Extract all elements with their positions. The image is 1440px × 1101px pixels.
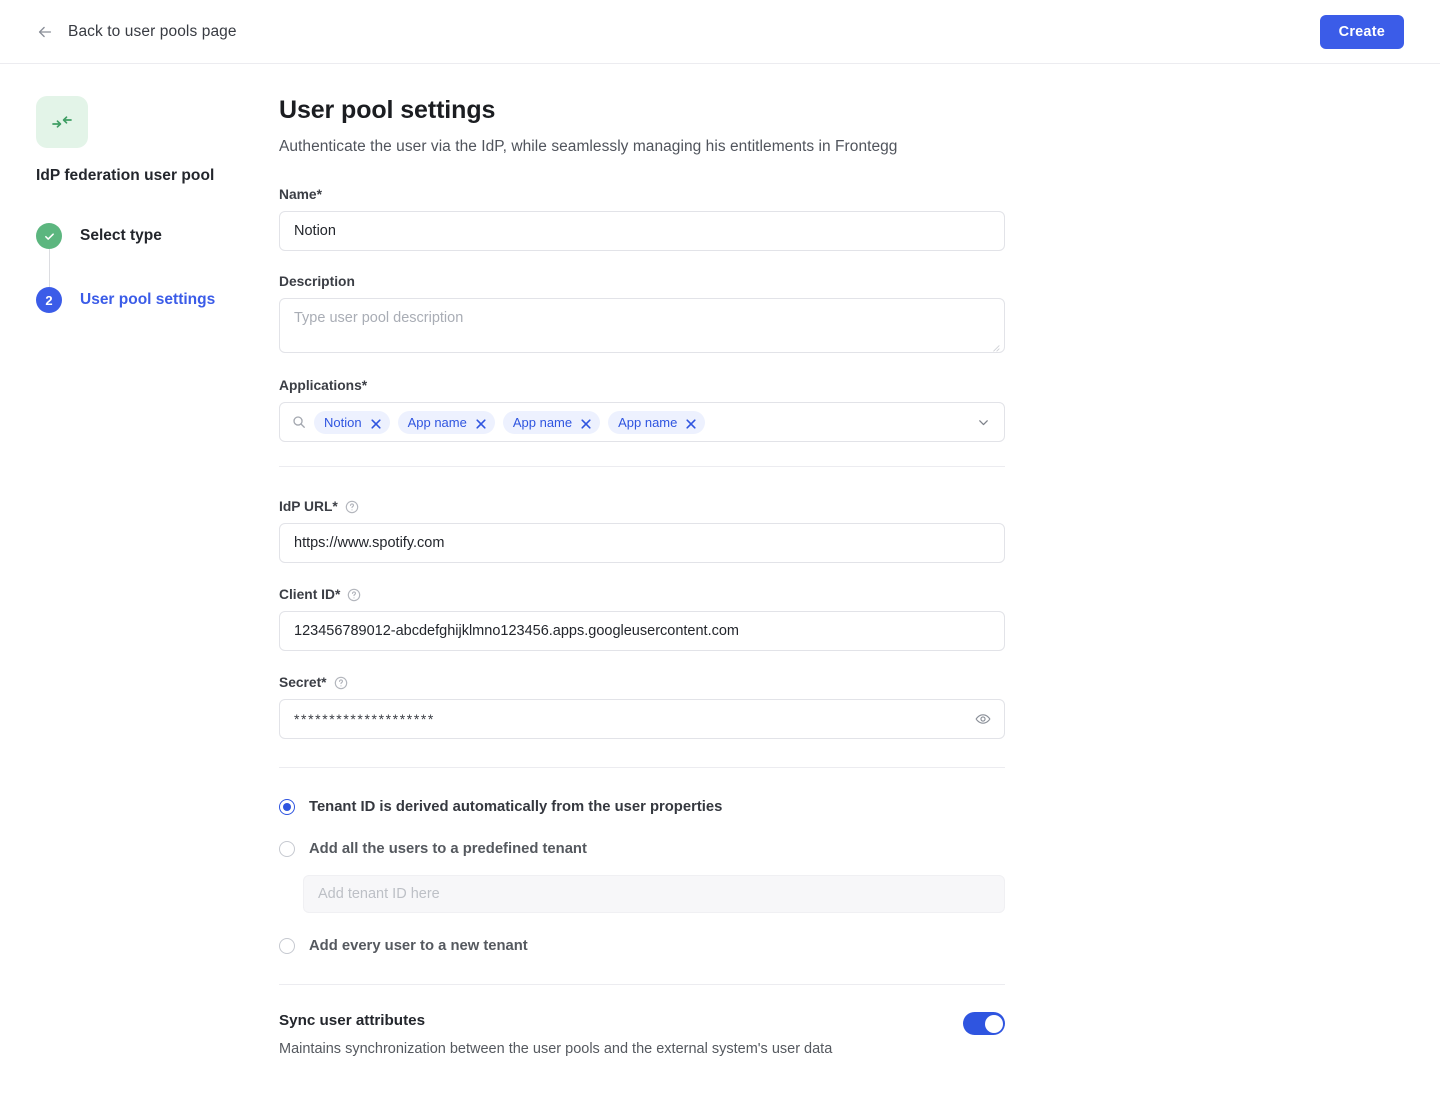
chip-remove-icon[interactable] (686, 417, 696, 429)
application-chip[interactable]: App name (608, 410, 706, 434)
application-chip[interactable]: Notion (314, 410, 390, 434)
app-header: Back to user pools page Create (0, 0, 1440, 64)
resize-grip-icon[interactable] (991, 340, 1000, 352)
secret-label-text: Secret* (279, 675, 327, 690)
eye-icon[interactable] (975, 711, 991, 727)
section-divider (279, 466, 1005, 467)
chip-label: Notion (324, 414, 362, 430)
secret-label: Secret* (279, 675, 1005, 690)
tenant-option-derived[interactable]: Tenant ID is derived automatically from … (279, 799, 1005, 815)
sync-text-block: Sync user attributes Maintains synchroni… (279, 1012, 832, 1057)
idp-federation-icon (36, 96, 88, 148)
help-icon[interactable] (347, 588, 361, 602)
help-icon[interactable] (334, 676, 348, 690)
chip-label: App name (618, 414, 678, 430)
search-icon (292, 415, 306, 429)
step-label-user-pool-settings: User pool settings (80, 291, 216, 308)
pool-type-title: IdP federation user pool (36, 167, 215, 184)
wizard-step-user-pool-settings[interactable]: 2 User pool settings (36, 287, 256, 313)
client-id-label: Client ID* (279, 587, 1005, 602)
description-field-group: Description Type user pool description (279, 274, 1005, 353)
applications-field-group: Applications* Notion App name App name A… (279, 378, 1005, 442)
page-subtitle: Authenticate the user via the IdP, while… (279, 138, 898, 155)
tenant-id-placeholder: Add tenant ID here (318, 886, 440, 902)
name-input[interactable]: Notion (279, 211, 1005, 251)
secret-input-wrapper: ******************** (279, 699, 1005, 739)
help-icon[interactable] (345, 500, 359, 514)
secret-input[interactable]: ******************** (279, 699, 1005, 739)
secret-field-group: Secret* ******************** (279, 675, 1005, 739)
client-id-field-group: Client ID* 123456789012-abcdefghijklmno1… (279, 587, 1005, 651)
description-label: Description (279, 274, 355, 289)
radio-new-tenant[interactable] (279, 938, 295, 954)
chip-remove-icon[interactable] (370, 417, 381, 429)
page-title: User pool settings (279, 96, 496, 124)
sync-toggle[interactable] (963, 1012, 1005, 1035)
sync-title: Sync user attributes (279, 1012, 426, 1029)
section-divider (279, 767, 1005, 768)
applications-label: Applications* (279, 378, 368, 393)
idp-url-field-group: IdP URL* https://www.spotify.com (279, 499, 1005, 563)
client-id-input[interactable]: 123456789012-abcdefghijklmno123456.apps.… (279, 611, 1005, 651)
radio-predefined[interactable] (279, 841, 295, 857)
sync-user-attributes-section: Sync user attributes Maintains synchroni… (279, 1012, 1005, 1057)
tenant-option-predefined[interactable]: Add all the users to a predefined tenant (279, 841, 1005, 857)
section-divider (279, 984, 1005, 985)
wizard-sidebar: IdP federation user pool Select type 2 U… (36, 96, 256, 313)
step-complete-check-icon (36, 223, 62, 249)
chevron-down-icon[interactable] (977, 416, 990, 429)
step-label-select-type: Select type (80, 227, 162, 244)
idp-url-label-text: IdP URL* (279, 499, 338, 514)
sync-description: Maintains synchronization between the us… (279, 1041, 833, 1057)
back-to-user-pools-link[interactable]: Back to user pools page (36, 0, 237, 64)
description-textarea[interactable]: Type user pool description (279, 298, 1005, 353)
application-chip[interactable]: App name (397, 410, 495, 434)
settings-form: User pool settings Authenticate the user… (279, 96, 1005, 1057)
tenant-option-label: Tenant ID is derived automatically from … (309, 799, 723, 815)
tenant-id-input: Add tenant ID here (303, 875, 1005, 913)
name-label: Name* (279, 187, 322, 202)
chip-label: App name (512, 414, 573, 430)
back-link-label: Back to user pools page (68, 23, 237, 40)
step-number-badge: 2 (36, 287, 62, 313)
chip-remove-icon[interactable] (476, 417, 486, 429)
tenant-option-label: Add all the users to a predefined tenant (309, 841, 587, 857)
chip-label: App name (407, 414, 467, 430)
tenant-option-label: Add every user to a new tenant (309, 938, 528, 954)
step-connector-line (48, 249, 50, 287)
client-id-label-text: Client ID* (279, 587, 341, 602)
description-placeholder: Type user pool description (294, 310, 464, 326)
tenant-option-new-tenant[interactable]: Add every user to a new tenant (279, 938, 1005, 954)
chip-remove-icon[interactable] (581, 417, 591, 429)
wizard-steps: Select type 2 User pool settings (36, 223, 256, 313)
idp-url-label: IdP URL* (279, 499, 1005, 514)
create-button[interactable]: Create (1319, 15, 1404, 49)
tenant-options-group: Tenant ID is derived automatically from … (279, 799, 1005, 954)
wizard-step-select-type[interactable]: Select type (36, 223, 256, 287)
applications-multiselect[interactable]: Notion App name App name App name (279, 402, 1005, 442)
radio-derived[interactable] (279, 799, 295, 815)
name-field-group: Name* Notion (279, 187, 1005, 251)
application-chip[interactable]: App name (502, 410, 601, 434)
idp-url-input[interactable]: https://www.spotify.com (279, 523, 1005, 563)
arrow-left-icon (36, 23, 54, 41)
secret-masked-value: ******************** (294, 711, 435, 727)
